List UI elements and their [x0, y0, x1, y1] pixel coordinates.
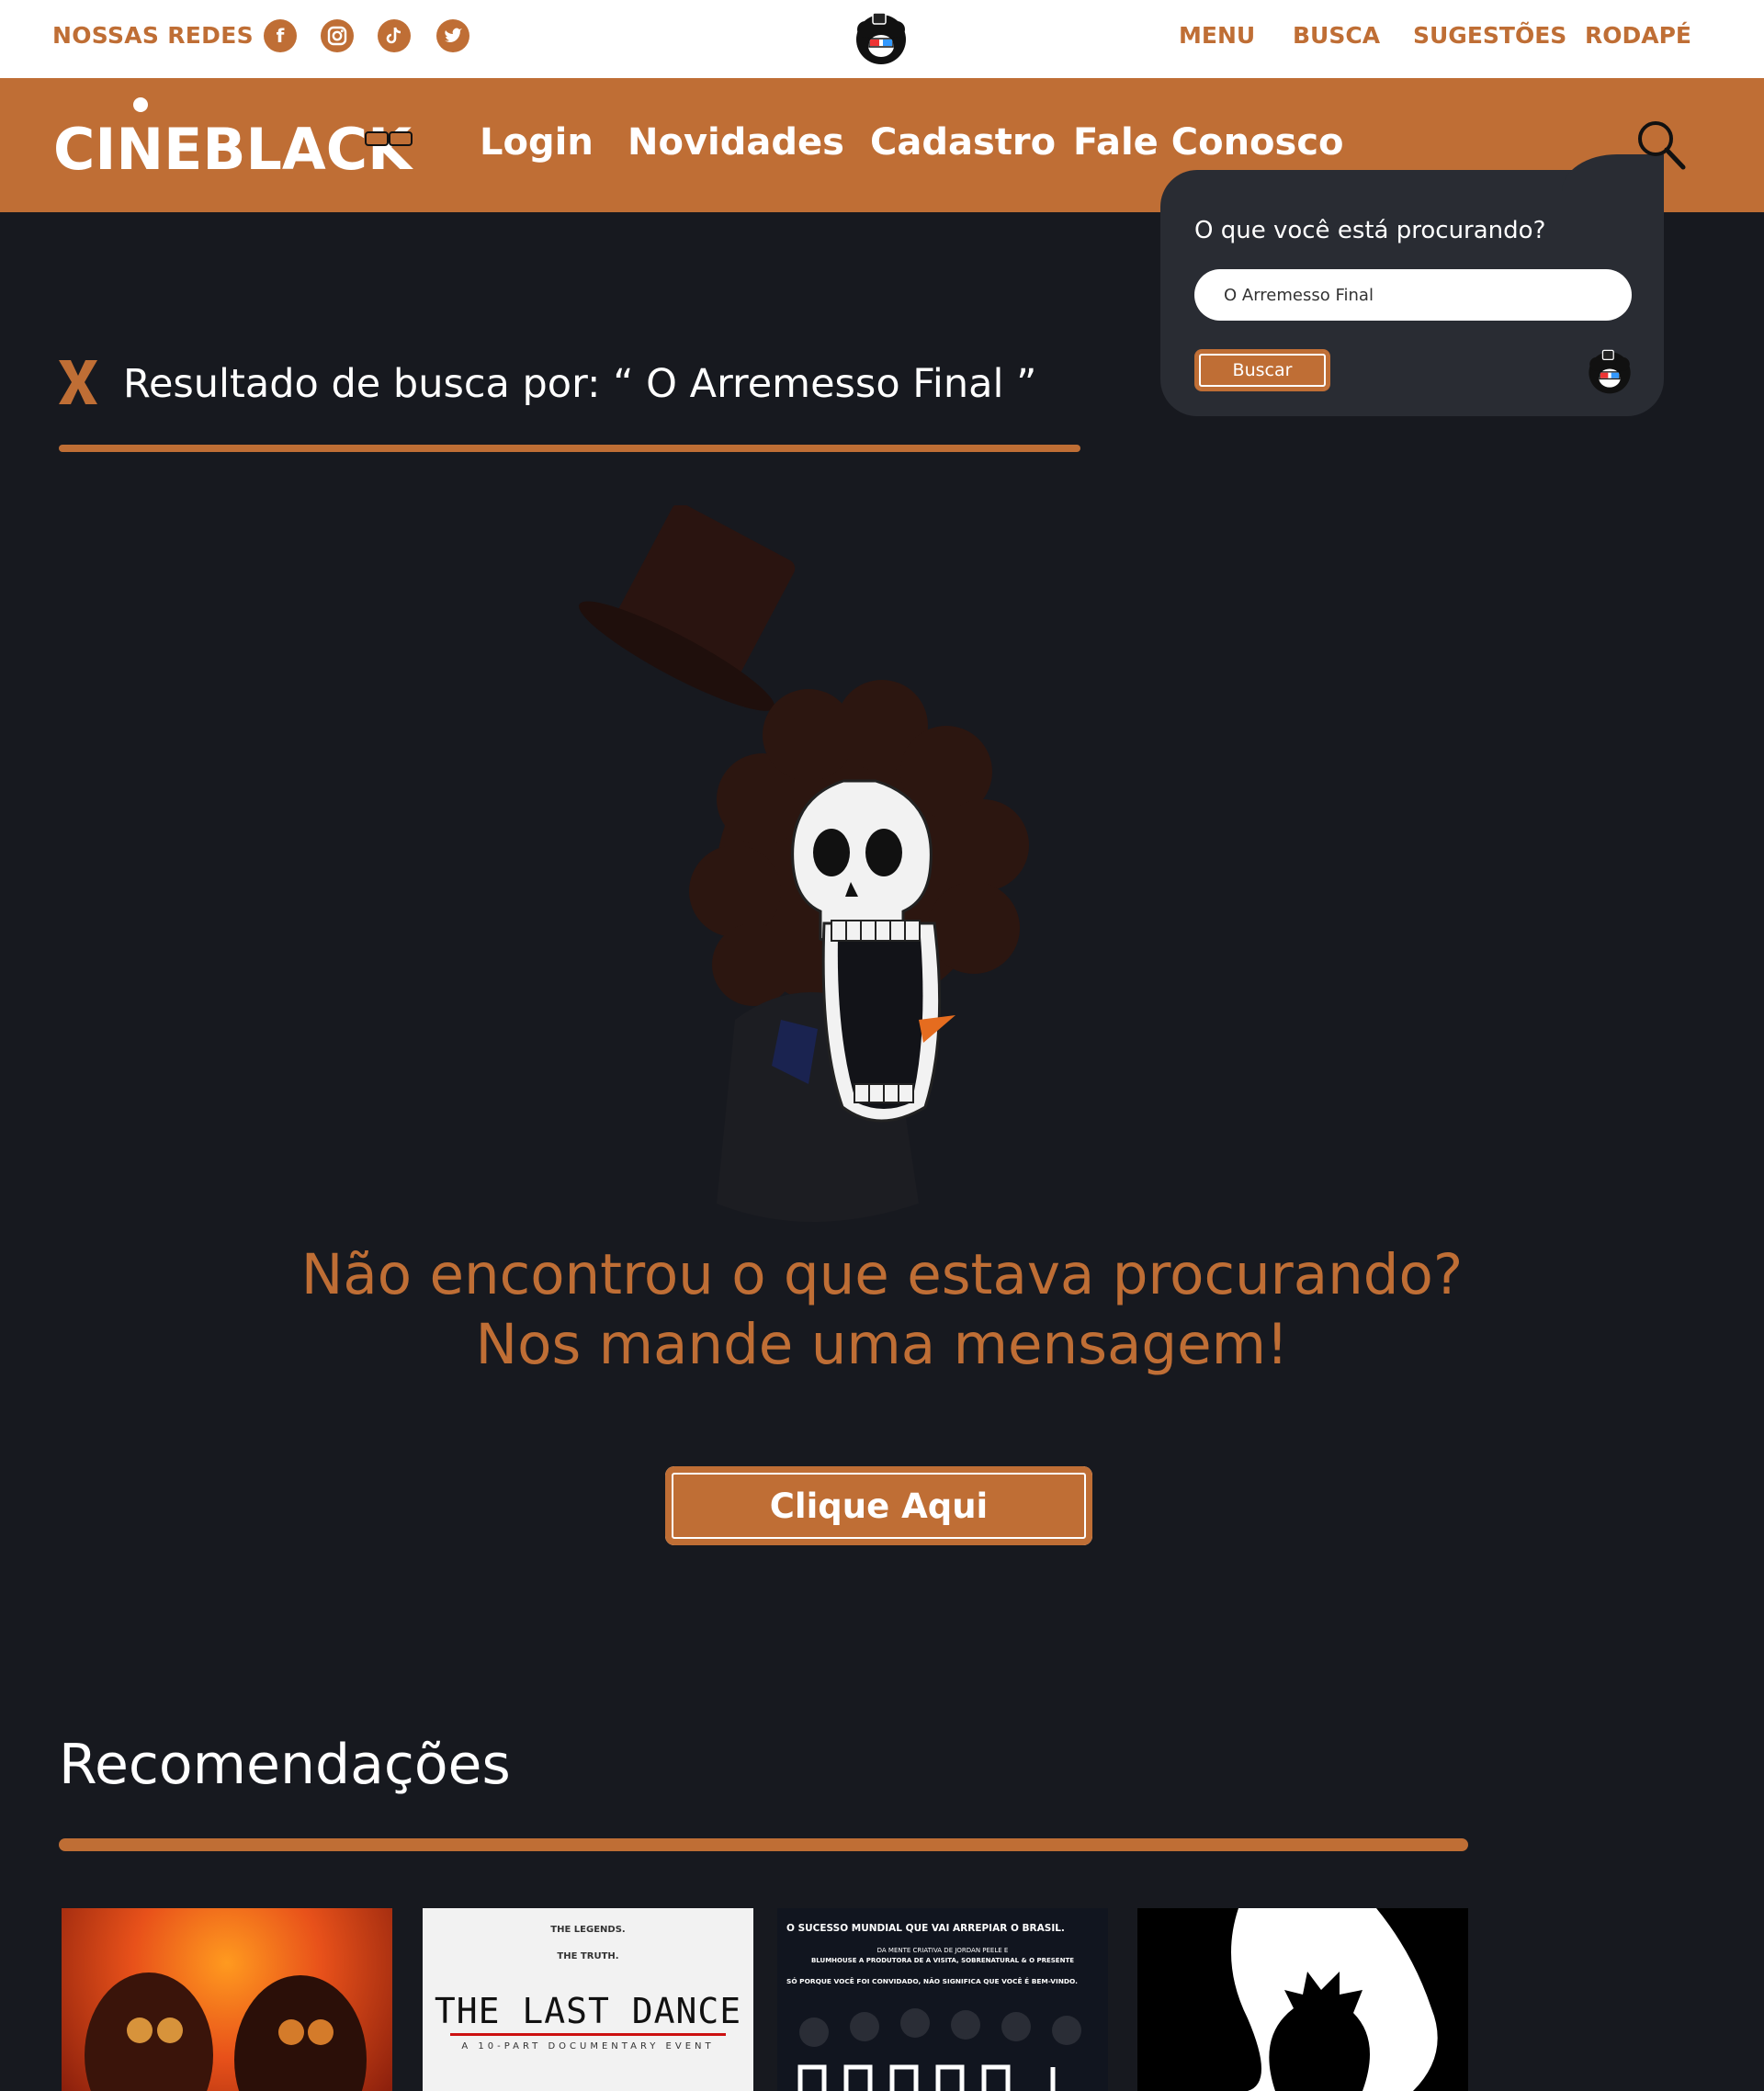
close-icon[interactable] [59, 360, 97, 404]
nav-cadastro[interactable]: Cadastro [870, 121, 1056, 164]
search-input[interactable] [1194, 269, 1632, 321]
skeleton-illustration [579, 505, 1029, 1222]
not-found-line2: Nos mande uma mensagem! [475, 1312, 1289, 1377]
busca-link[interactable]: BUSCA [1293, 22, 1380, 49]
poster-subtitle: A 10-PART DOCUMENTARY EVENT [461, 2041, 715, 2051]
poster-tagline: THE LEGENDS. [550, 1925, 626, 1935]
poster-credits: DA MENTE CRIATIVA DE JORDAN PEELE E [876, 1947, 1009, 1954]
poster-tagline: THE TRUTH. [557, 1951, 619, 1961]
recommendation-poster[interactable]: O SUCESSO MUNDIAL QUE VAI ARREPIAR O BRA… [777, 1908, 1108, 2091]
nav-fale-conosco[interactable]: Fale Conosco [1073, 121, 1344, 164]
poster-tagline: O SUCESSO MUNDIAL QUE VAI ARREPIAR O BRA… [786, 1923, 1065, 1934]
recommendation-poster[interactable] [1137, 1908, 1468, 2091]
divider [59, 1838, 1468, 1851]
search-result-title: Resultado de busca por: “ O Arremesso Fi… [123, 361, 1037, 407]
facebook-icon[interactable]: f [264, 19, 297, 52]
recommendation-poster[interactable] [62, 1908, 392, 2091]
top-bar: NOSSAS REDES f MENU BUSCA SUGESTÕES RODA… [0, 0, 1764, 78]
sugestoes-link[interactable]: SUGESTÕES [1413, 22, 1566, 49]
poster-credits: SÓ PORQUE VOCÊ FOI CONVIDADO, NÃO SIGNIF… [786, 1977, 1078, 1985]
recommendations-title: Recomendações [59, 1733, 511, 1797]
recommendation-poster[interactable]: THE LEGENDS. THE TRUTH. THE LAST DANCE A… [423, 1908, 753, 2091]
nav-login[interactable]: Login [480, 121, 594, 164]
mascot-icon [1589, 349, 1631, 394]
poster-artwork [797, 2008, 1081, 2091]
cineblack-logo[interactable]: CINEBLACK [53, 92, 416, 180]
poster-artwork [85, 1972, 367, 2091]
poster-artwork [1137, 1908, 1468, 2091]
search-icon[interactable] [1634, 118, 1689, 173]
twitter-icon[interactable] [436, 19, 469, 52]
poster-credits: BLUMHOUSE A PRODUTORA DE A VISITA, SOBRE… [810, 1957, 1075, 1964]
social-label: NOSSAS REDES [52, 22, 254, 49]
svg-text:CINEBLACK: CINEBLACK [53, 116, 413, 180]
poster-divider [450, 2033, 726, 2036]
divider [59, 445, 1080, 452]
nav-novidades[interactable]: Novidades [628, 121, 844, 164]
clique-aqui-button[interactable]: Clique Aqui [665, 1466, 1092, 1545]
mascot-icon [856, 12, 906, 64]
not-found-line1: Não encontrou o que estava procurando? [300, 1242, 1464, 1307]
instagram-icon[interactable] [321, 19, 354, 52]
poster-title: THE LAST DANCE [434, 1991, 742, 2031]
rodape-link[interactable]: RODAPÉ [1585, 22, 1691, 49]
tiktok-icon[interactable] [378, 19, 411, 52]
buscar-button[interactable]: Buscar [1194, 349, 1330, 391]
menu-link[interactable]: MENU [1179, 22, 1255, 49]
search-question: O que você está procurando? [1194, 217, 1546, 244]
